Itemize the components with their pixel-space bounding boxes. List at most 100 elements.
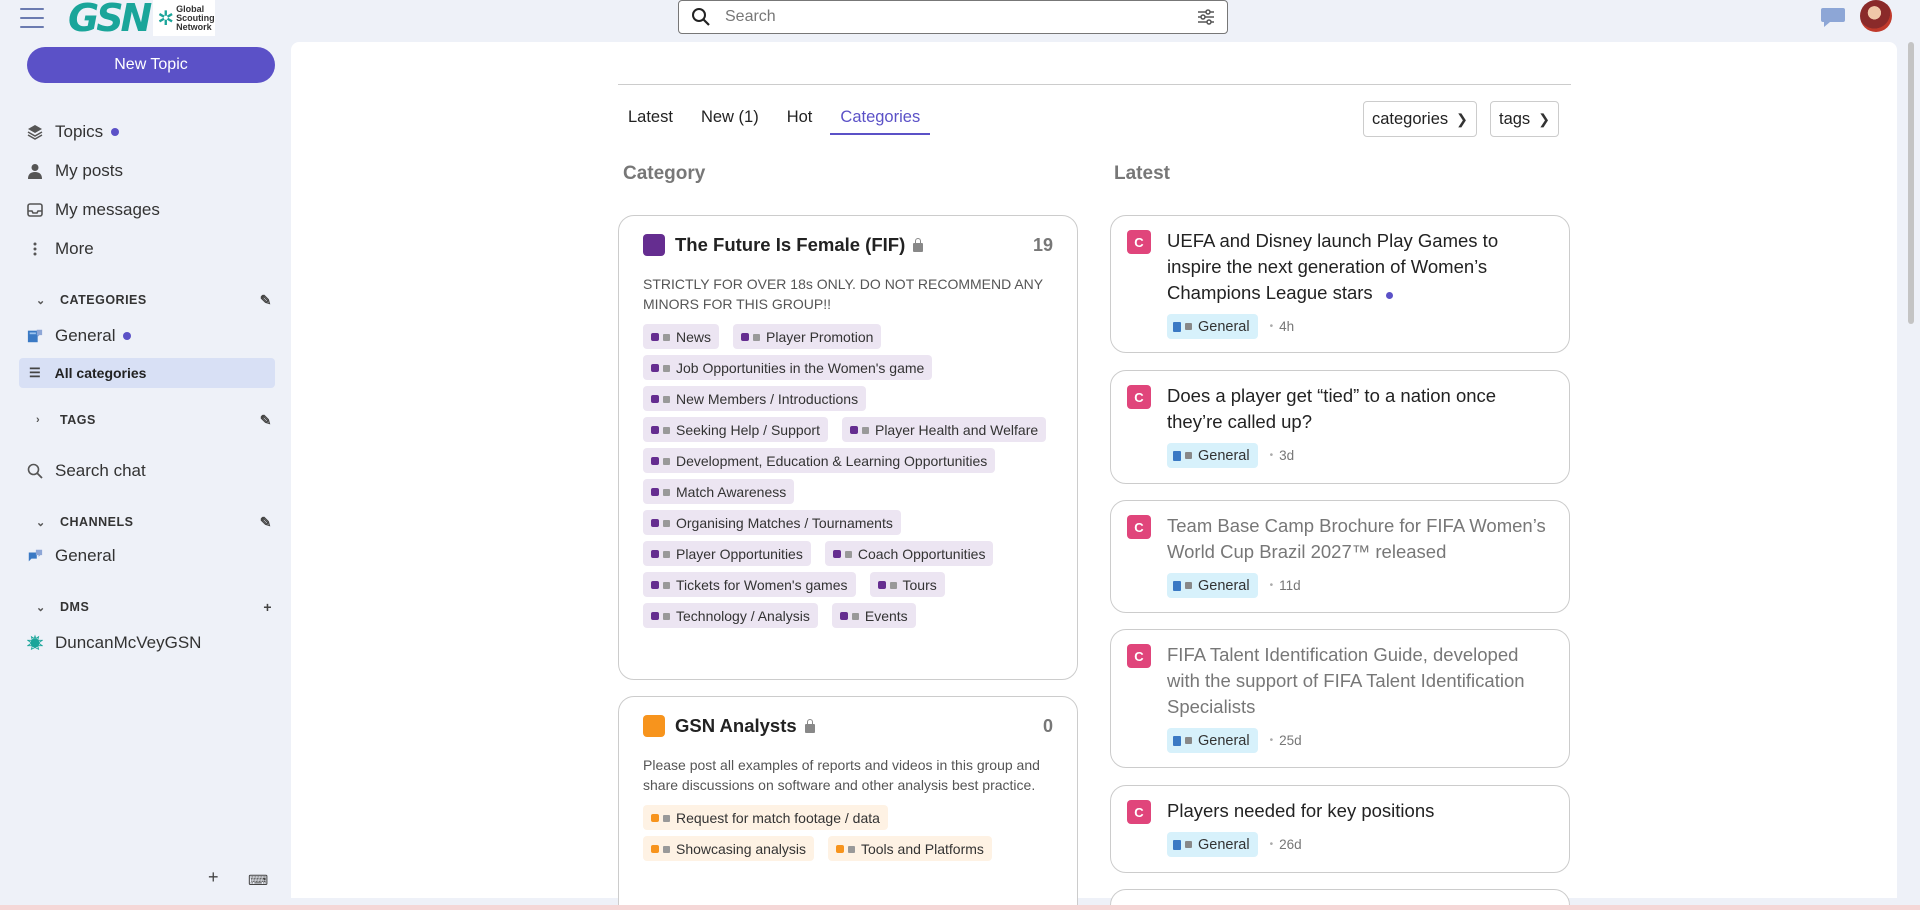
badge-label: General bbox=[1198, 836, 1250, 853]
sidebar-category-general[interactable]: General bbox=[27, 322, 132, 350]
tab-hot[interactable]: Hot bbox=[777, 102, 823, 135]
category-card[interactable]: GSN Analysts 0 Please post all examples … bbox=[618, 696, 1078, 910]
unread-dot bbox=[1385, 292, 1393, 299]
subcategory-chip[interactable]: Job Opportunities in the Women's game bbox=[643, 355, 933, 380]
author-avatar[interactable]: C bbox=[1127, 515, 1151, 539]
subcategory-color-swatch bbox=[651, 844, 659, 853]
subcategory-color-swatch bbox=[651, 580, 659, 589]
subcategory-chip[interactable]: Seeking Help / Support bbox=[643, 417, 828, 442]
subcategory-chip[interactable]: Showcasing analysis bbox=[643, 836, 814, 861]
subcategory-label: Request for match footage / data bbox=[676, 809, 880, 826]
sidebar-item-more[interactable]: More bbox=[27, 235, 94, 263]
category-description: STRICTLY FOR OVER 18s ONLY. DO NOT RECOM… bbox=[643, 276, 1043, 312]
author-avatar[interactable]: C bbox=[1127, 230, 1151, 254]
topic-title[interactable]: UEFA and Disney launch Play Games to ins… bbox=[1167, 228, 1555, 306]
subcategory-chip[interactable]: Player Opportunities bbox=[643, 541, 811, 566]
scrollbar-thumb[interactable] bbox=[1908, 42, 1914, 324]
subcategory-chip[interactable]: Tools and Platforms bbox=[827, 836, 992, 861]
sidebar-item-label: DuncanMcVeyGSN bbox=[55, 633, 202, 652]
latest-topic-card[interactable]: C FIFA Talent Identification Guide, deve… bbox=[1110, 629, 1570, 768]
subcategory-chip[interactable]: Coach Opportunities bbox=[824, 541, 994, 566]
page-scrollbar[interactable] bbox=[1906, 42, 1916, 898]
subcategory-chip[interactable]: Match Awareness bbox=[643, 479, 795, 504]
search-box[interactable] bbox=[678, 0, 1228, 34]
add-section-icon[interactable]: + bbox=[208, 867, 219, 888]
category-title[interactable]: GSN Analysts bbox=[675, 715, 797, 737]
author-avatar[interactable]: C bbox=[1127, 800, 1151, 824]
tags-section-header[interactable]: › TAGS ✎ bbox=[36, 409, 272, 431]
categories-dropdown[interactable]: categories ❯ bbox=[1363, 101, 1477, 137]
hamburger-menu-icon[interactable] bbox=[20, 6, 44, 30]
author-avatar[interactable]: C bbox=[1127, 385, 1151, 409]
latest-topic-card[interactable]: C Players needed for key positions Gener… bbox=[1110, 785, 1570, 873]
category-badge[interactable]: General bbox=[1167, 573, 1258, 598]
subcategory-color-swatch bbox=[651, 363, 659, 372]
subcategory-label: Player Opportunities bbox=[676, 545, 803, 562]
site-logo[interactable]: GSN ✲ Global Scouting Network bbox=[68, 0, 215, 37]
separator-dot: • bbox=[1269, 321, 1274, 332]
subcategory-chip[interactable]: Player Health and Welfare bbox=[841, 417, 1047, 442]
subcategory-chip[interactable]: Request for match footage / data bbox=[643, 805, 888, 830]
lock-icon bbox=[804, 719, 815, 733]
subcategory-chip[interactable]: Tours bbox=[869, 572, 945, 597]
category-badge[interactable]: General bbox=[1167, 314, 1258, 339]
edit-pencil-icon[interactable]: ✎ bbox=[260, 412, 272, 429]
current-user-avatar[interactable] bbox=[1860, 0, 1892, 32]
categories-section-header[interactable]: ⌄ CATEGORIES ✎ bbox=[36, 289, 272, 311]
layers-icon bbox=[27, 124, 43, 140]
search-chat[interactable]: Search chat bbox=[27, 457, 146, 485]
list-icon: ☰ bbox=[29, 365, 41, 380]
tab-categories[interactable]: Categories bbox=[830, 102, 931, 135]
taskbar-strip bbox=[0, 905, 1920, 910]
topic-title[interactable]: Players needed for key positions bbox=[1167, 798, 1555, 824]
latest-topic-card[interactable]: C UEFA and Disney launch Play Games to i… bbox=[1110, 215, 1570, 353]
sidebar-item-label: All categories bbox=[54, 365, 147, 381]
sidebar-item-all-categories[interactable]: ☰ All categories bbox=[19, 358, 275, 388]
separator-dot: • bbox=[1269, 580, 1274, 591]
latest-topic-card[interactable]: C Team Base Camp Brochure for FIFA Women… bbox=[1110, 500, 1570, 613]
category-topic-count: 19 bbox=[1032, 234, 1053, 255]
tab-new[interactable]: New (1) bbox=[691, 102, 769, 135]
new-topic-button[interactable]: New Topic bbox=[27, 47, 275, 83]
search-input[interactable] bbox=[725, 8, 1197, 26]
lock-icon bbox=[851, 613, 859, 620]
sidebar-channel-general[interactable]: General bbox=[27, 542, 115, 570]
lock-icon bbox=[1185, 452, 1192, 459]
subcategory-chip[interactable]: Development, Education & Learning Opport… bbox=[643, 448, 996, 473]
topic-title[interactable]: FIFA Talent Identification Guide, develo… bbox=[1167, 642, 1555, 720]
tab-latest[interactable]: Latest bbox=[618, 102, 683, 135]
sidebar-item-topics[interactable]: Topics bbox=[27, 118, 120, 146]
author-avatar[interactable]: C bbox=[1127, 644, 1151, 668]
category-badge[interactable]: General bbox=[1167, 728, 1258, 753]
category-card[interactable]: The Future Is Female (FIF) 19 STRICTLY F… bbox=[618, 215, 1078, 680]
keyboard-shortcuts-icon[interactable]: ⌨ bbox=[248, 872, 268, 889]
subcategory-chip[interactable]: Player Promotion bbox=[733, 324, 882, 349]
edit-pencil-icon[interactable]: ✎ bbox=[260, 514, 272, 531]
latest-topic-card[interactable]: C Does a player get “tied” to a nation o… bbox=[1110, 370, 1570, 484]
subcategory-chip[interactable]: Organising Matches / Tournaments bbox=[643, 510, 901, 535]
channels-section-header[interactable]: ⌄ CHANNELS ✎ bbox=[36, 511, 272, 533]
search-filters-icon[interactable] bbox=[1197, 9, 1215, 25]
subcategory-chip[interactable]: Technology / Analysis bbox=[643, 603, 818, 628]
add-dm-icon[interactable]: + bbox=[263, 599, 272, 615]
topic-title[interactable]: Team Base Camp Brochure for FIFA Women’s… bbox=[1167, 513, 1555, 565]
chat-icon[interactable] bbox=[1820, 6, 1846, 28]
lock-icon bbox=[861, 427, 869, 434]
subcategory-chip[interactable]: New Members / Introductions bbox=[643, 386, 867, 411]
sidebar-dm-item[interactable]: DuncanMcVeyGSN bbox=[27, 629, 201, 657]
topic-age: 11d bbox=[1279, 578, 1301, 593]
category-badge[interactable]: General bbox=[1167, 443, 1258, 468]
sidebar-item-my-posts[interactable]: My posts bbox=[27, 157, 123, 185]
subcategory-chip[interactable]: News bbox=[643, 324, 720, 349]
subcategory-chip[interactable]: Tickets for Women's games bbox=[643, 572, 856, 597]
edit-pencil-icon[interactable]: ✎ bbox=[260, 292, 272, 309]
sidebar-item-my-messages[interactable]: My messages bbox=[27, 196, 160, 224]
category-badge[interactable]: General bbox=[1167, 832, 1258, 857]
lock-icon bbox=[1185, 841, 1192, 848]
tags-dropdown[interactable]: tags ❯ bbox=[1490, 101, 1559, 137]
subcategory-color-swatch bbox=[849, 425, 858, 434]
dms-section-header[interactable]: ⌄ DMS + bbox=[36, 596, 272, 618]
subcategory-chip[interactable]: Events bbox=[831, 603, 916, 628]
topic-title[interactable]: Does a player get “tied” to a nation onc… bbox=[1167, 383, 1555, 435]
category-title[interactable]: The Future Is Female (FIF) bbox=[675, 234, 905, 256]
